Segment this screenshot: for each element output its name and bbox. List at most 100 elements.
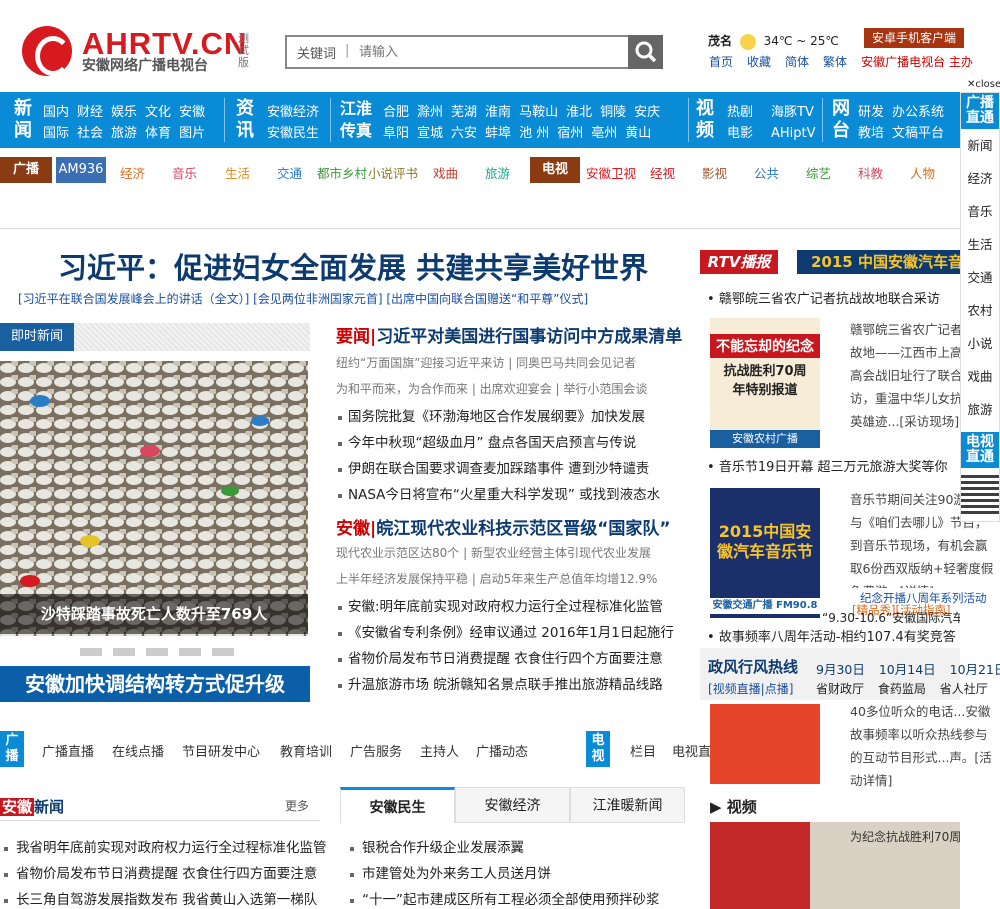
tv-channel[interactable]: 综艺	[806, 163, 831, 182]
home-link[interactable]: 首页	[709, 55, 733, 69]
search-button[interactable]	[628, 35, 663, 69]
nav-link[interactable]: 安徽民生	[267, 126, 319, 141]
float-item[interactable]: 农村	[961, 294, 999, 327]
music-festival-image[interactable]: 2015中国安徽汽车音乐节 安徽交通广播 FM90.8	[710, 488, 820, 618]
video-thumbnail[interactable]: 为纪念抗战胜利70周年，	[710, 822, 960, 909]
headline-links[interactable]: [习近平在联合国发展峰会上的讲话（全文）] [会见两位非洲国家元首] [出席中国…	[18, 290, 588, 307]
radio-channel[interactable]: 经济	[120, 163, 145, 182]
right-news-item[interactable]: • 赣鄂皖三省农广记者抗战故地联合采访	[707, 288, 962, 307]
nav-news-title[interactable]: 新闻	[14, 98, 34, 142]
hotline-title[interactable]: 政风行风热线	[708, 656, 798, 677]
right-news-item[interactable]: “9.30-10.6”安徽国际汽车展览会	[822, 609, 960, 626]
tv-section-link[interactable]: 栏目	[630, 741, 656, 760]
news-item[interactable]: 省物价局发布节日消费提醒 衣食住行四方面要注意	[2, 861, 327, 887]
nav-link[interactable]: 马鞍山	[519, 105, 558, 120]
news-item[interactable]: 《安徽省专利条例》经审议通过 2016年1月1日起施行	[336, 620, 686, 646]
logo-mark[interactable]	[22, 26, 72, 76]
tv-channel[interactable]: 人物	[910, 163, 935, 182]
simplified-link[interactable]: 简体	[785, 55, 809, 69]
hotline-unit[interactable]: 省财政厅	[816, 682, 864, 696]
nav-link[interactable]: 电影	[727, 126, 753, 141]
right-news-text[interactable]: 赣鄂皖三省农广记者抗战故地联合采访	[719, 292, 940, 307]
nav-link[interactable]: 安徽	[179, 105, 205, 120]
right-news-item[interactable]: • 故事频率八周年活动-相约107.4有奖竞答	[707, 626, 962, 645]
radio-channel[interactable]: 都市乡村	[317, 163, 367, 182]
nav-link[interactable]: 六安	[451, 126, 477, 141]
news-item[interactable]: 升温旅游市场 皖浙赣知名景点联手推出旅游精品线路	[336, 672, 686, 698]
news-summary[interactable]: 为和平而来，为合作而来 | 出席欢迎宴会 | 举行小范围会谈	[336, 376, 686, 402]
news-summary[interactable]: 纽约“万面国旗”迎接习近平来访 | 同奥巴马共同会见记者	[336, 350, 686, 376]
nav-link[interactable]: 宿州	[557, 126, 583, 141]
nav-link[interactable]: 安庆	[634, 105, 660, 120]
nav-link[interactable]: 淮北	[566, 105, 592, 120]
tv-channel[interactable]: 影视	[702, 163, 727, 182]
slider-dot[interactable]	[80, 648, 102, 656]
nav-link[interactable]: 阜阳	[383, 126, 409, 141]
nav-link[interactable]: 旅游	[111, 126, 137, 141]
radio-section-tag[interactable]: 广播	[0, 731, 24, 767]
close-float-button[interactable]: ✕close	[967, 79, 1000, 90]
right-news-item[interactable]: • 音乐节19日开幕 超三万元旅游大奖等你	[707, 456, 962, 475]
headline[interactable]: 习近平：促进妇女全面发展 共建共享美好世界	[58, 245, 648, 287]
radio-section-link[interactable]: 广播直播	[42, 741, 94, 760]
float-item[interactable]: 小说	[961, 327, 999, 360]
android-app-button[interactable]: 安卓手机客户端	[864, 28, 964, 48]
hotline-date[interactable]: 10月21日	[950, 662, 1000, 677]
radio-section-link[interactable]: 节目研发中心	[182, 741, 260, 760]
tv-section-tag[interactable]: 电视	[586, 731, 610, 767]
nav-link[interactable]: 财经	[77, 105, 103, 120]
favorite-link[interactable]: 收藏	[747, 55, 771, 69]
news-item[interactable]: 省物价局发布节日消费提醒 衣食住行四个方面要注意	[336, 646, 686, 672]
traditional-link[interactable]: 繁体	[823, 55, 847, 69]
news-item[interactable]: 今年中秋现“超级血月” 盘点各国天启预言与传说	[336, 430, 686, 456]
nav-link[interactable]: 娱乐	[111, 105, 137, 120]
tab-livelihood[interactable]: 安徽民生	[340, 787, 455, 823]
nav-link[interactable]: 社会	[77, 126, 103, 141]
news-item[interactable]: “十一”起市建成区所有工程必须全部使用预拌砂浆	[348, 887, 660, 909]
nav-video-title[interactable]: 视频	[696, 98, 716, 142]
tv-channel[interactable]: 科教	[858, 163, 883, 182]
qr-code-icon[interactable]	[961, 474, 999, 514]
more-link[interactable]: 更多	[285, 797, 309, 814]
nav-link[interactable]: 文化	[145, 105, 171, 120]
nav-info-title[interactable]: 资讯	[236, 98, 256, 142]
news-item[interactable]: 我省明年底前实现对政府权力运行全过程标准化监管	[2, 835, 327, 861]
nav-link[interactable]: 文稿平台	[892, 126, 944, 141]
radio-direct-link[interactable]: 广播直通	[961, 93, 999, 129]
nav-link[interactable]: 体育	[145, 126, 171, 141]
slider-dot[interactable]	[113, 648, 135, 656]
anniversary-image[interactable]: 不能忘却的纪念 抗战胜利70周年特别报道 安徽农村广播	[710, 318, 820, 448]
radio-section-link[interactable]: 教育培训	[280, 741, 332, 760]
video-section-title[interactable]: ▶ 视频	[710, 796, 757, 817]
nav-link[interactable]: 淮南	[485, 105, 511, 120]
news-item[interactable]: 市建管处为外来务工人员送月饼	[348, 861, 660, 887]
radio-channel[interactable]: 旅游	[485, 163, 510, 182]
radio-section-link[interactable]: 广告服务	[350, 741, 402, 760]
hotline-video-link[interactable]: [视频直播|点播]	[708, 680, 793, 697]
radio-channel[interactable]: 音乐	[172, 163, 197, 182]
nav-link[interactable]: 铜陵	[600, 105, 626, 120]
nav-link[interactable]: 合肥	[383, 105, 409, 120]
radio-channel[interactable]: 交通	[277, 163, 302, 182]
nav-link[interactable]: 安徽经济	[267, 105, 319, 120]
car-music-banner[interactable]: 2015 中国安徽汽车音乐节	[797, 250, 962, 274]
story-channel-image[interactable]	[710, 704, 820, 784]
tv-direct-link[interactable]: 电视直通	[961, 432, 999, 468]
anhui-news-title[interactable]: 安徽 新闻	[0, 796, 64, 817]
nav-jh-title[interactable]: 江淮传真	[340, 98, 376, 142]
radio-tag[interactable]: 广播	[0, 157, 52, 183]
radio-section-link[interactable]: 主持人	[420, 741, 459, 760]
promo-banner[interactable]: 安徽加快调结构转方式促升级	[0, 666, 310, 702]
hotline-date[interactable]: 10月14日	[879, 662, 936, 677]
news-item[interactable]: 安徽:明年底前实现对政府权力运行全过程标准化监管	[336, 594, 686, 620]
headline-link[interactable]: 习近平对美国进行国事访问中方成果清单	[376, 327, 682, 347]
hotline-date[interactable]: 9月30日	[816, 662, 865, 677]
nav-net-title[interactable]: 网台	[832, 98, 852, 142]
host-link[interactable]: 安徽广播电视台 主办	[861, 55, 973, 69]
news-item[interactable]: 长三角自驾游发展指数发布 我省黄山入选第一梯队	[2, 887, 327, 909]
tv-channel[interactable]: 公共	[754, 163, 779, 182]
news-item[interactable]: 国务院批复《环渤海地区合作发展纲要》加快发展	[336, 404, 686, 430]
nav-link[interactable]: 芜湖	[451, 105, 477, 120]
nav-link[interactable]: AHiptV	[771, 126, 816, 141]
nav-link[interactable]: 宣城	[417, 126, 443, 141]
